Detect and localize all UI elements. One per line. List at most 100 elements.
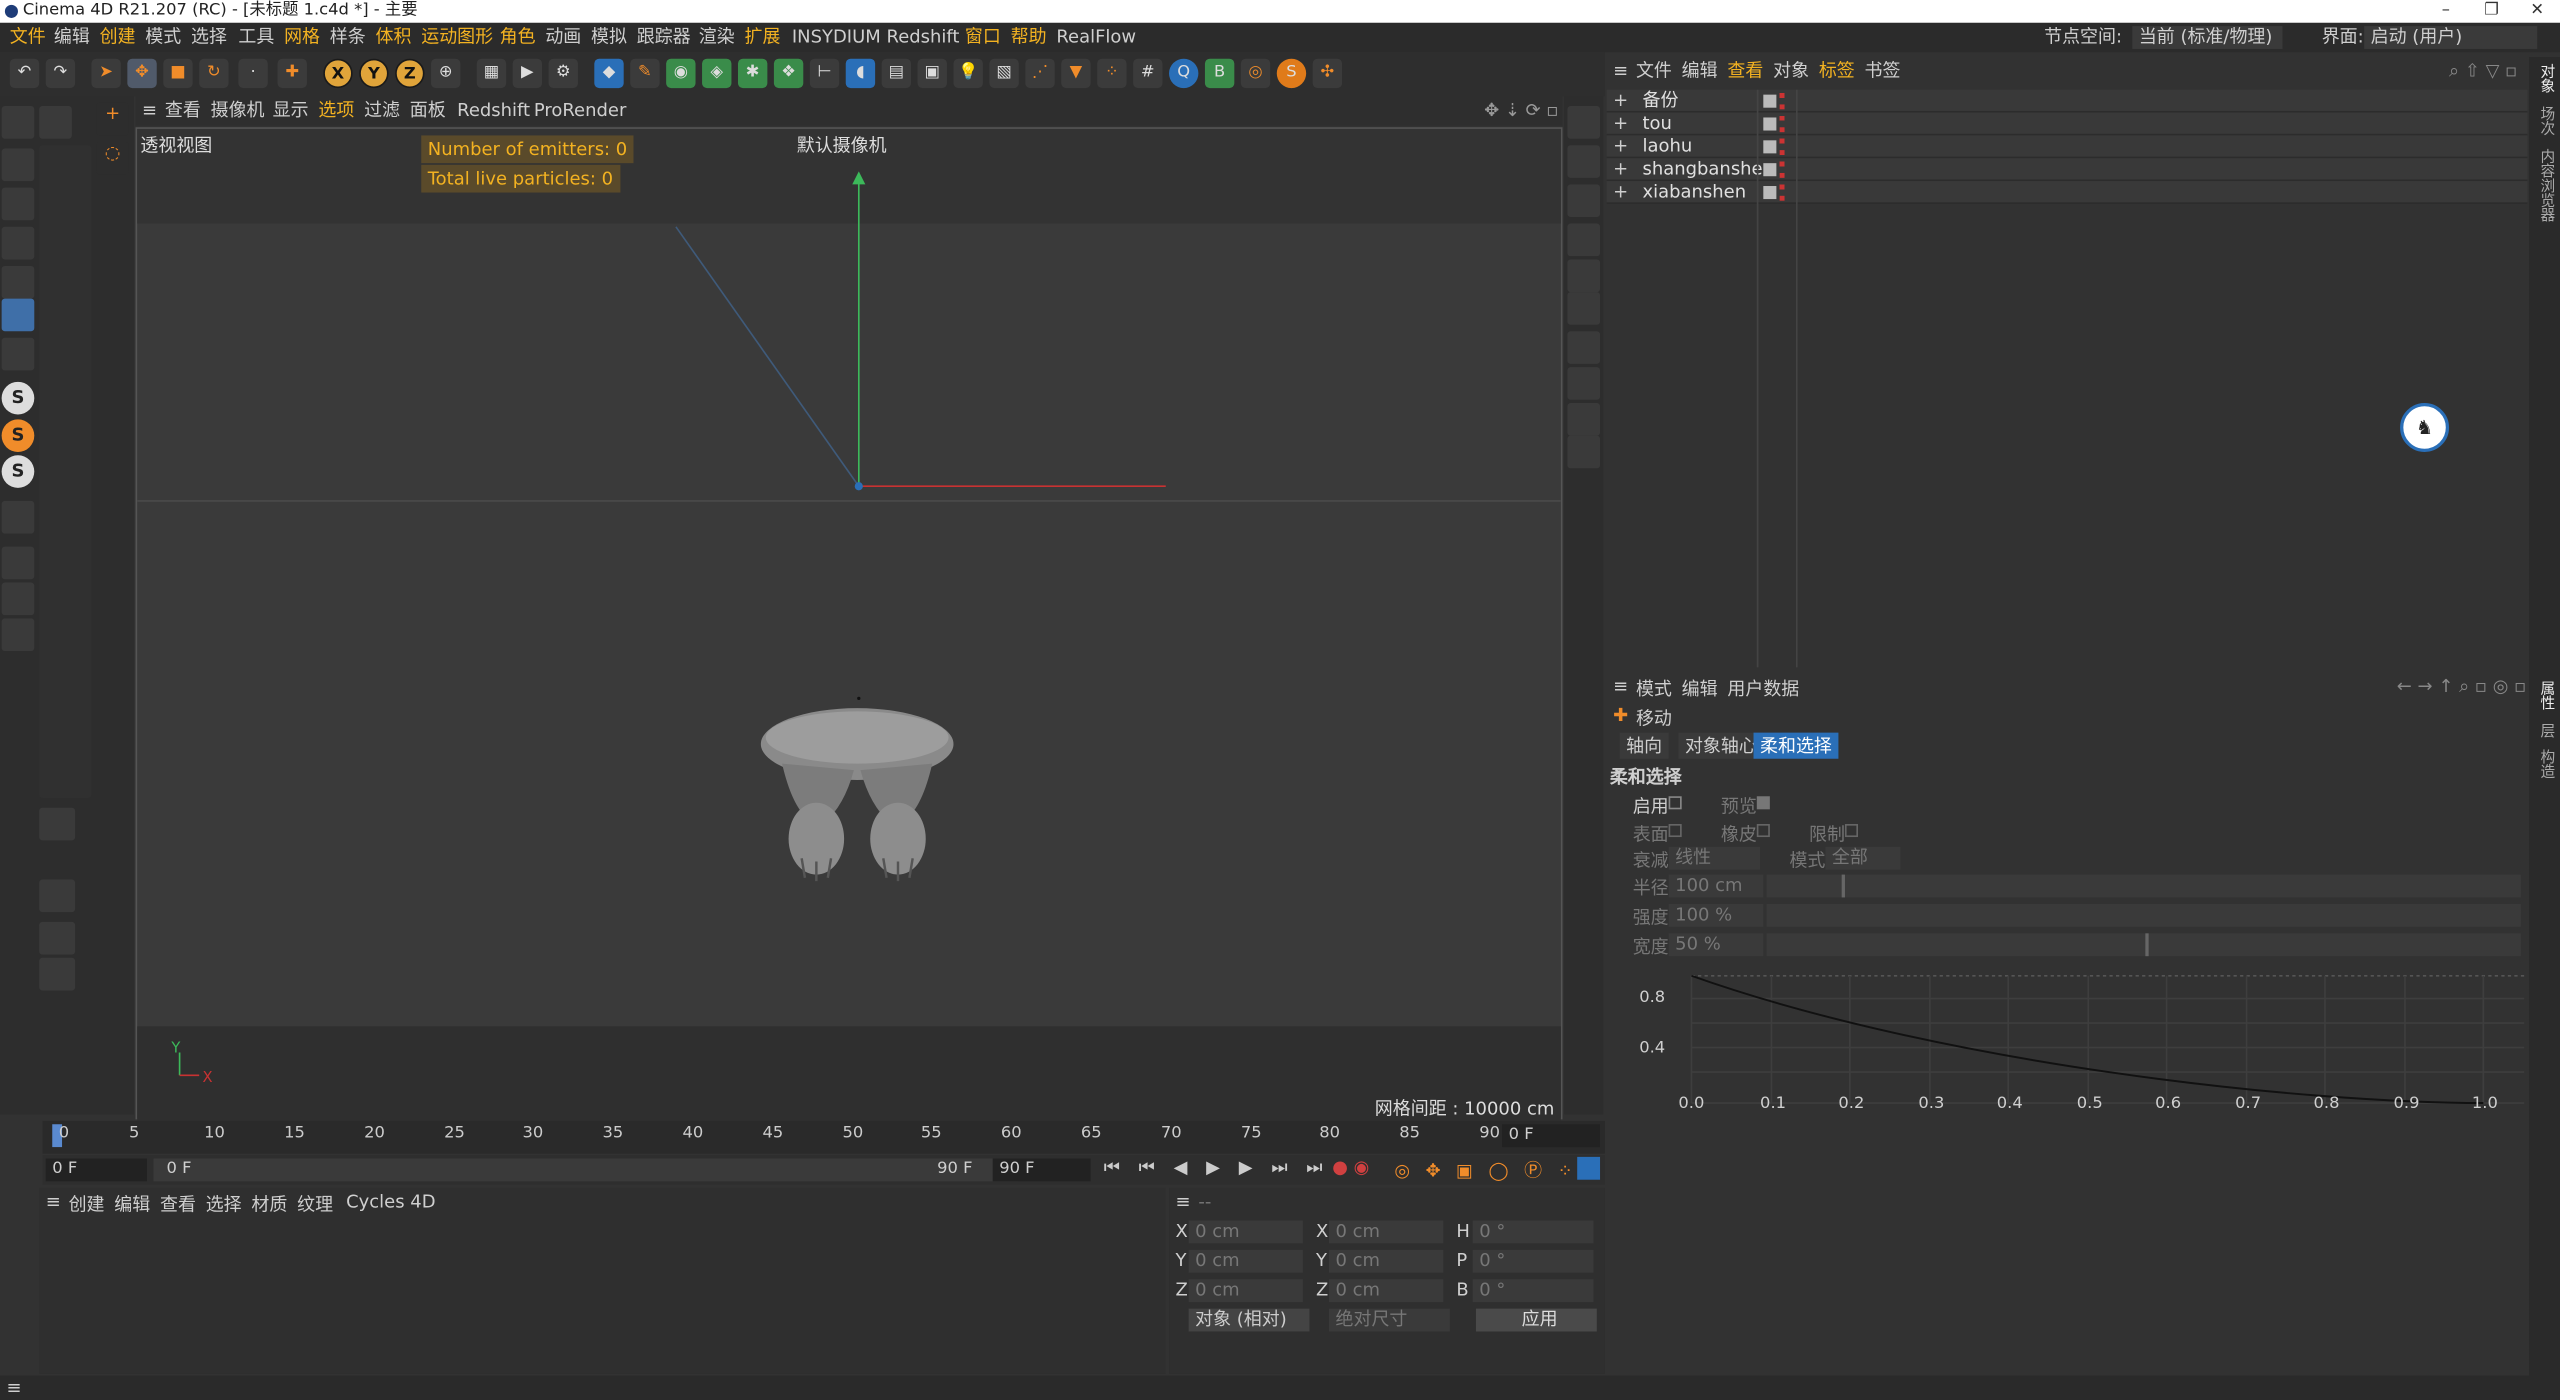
preview-checkbox[interactable] xyxy=(1756,796,1770,810)
pen-icon[interactable]: ✎ xyxy=(630,58,660,89)
tweak-icon[interactable] xyxy=(1,500,35,534)
array-icon[interactable]: ◈ xyxy=(702,58,732,89)
axis-mode-icon[interactable] xyxy=(1,337,35,371)
menu-select[interactable]: 选择 xyxy=(191,23,227,52)
uv-mode-icon[interactable] xyxy=(1,265,35,299)
mm-menu-edit[interactable]: 编辑 xyxy=(114,1191,150,1217)
rot-b-field[interactable]: 0 ° xyxy=(1472,1279,1594,1303)
object-row[interactable]: + xiabanshen xyxy=(1606,181,2528,204)
start-frame-field[interactable]: 0 F xyxy=(45,1158,147,1182)
vp-menu-camera[interactable]: 摄像机 xyxy=(211,96,265,125)
menu-simulate[interactable]: 模拟 xyxy=(591,23,627,52)
render-dots-icon[interactable] xyxy=(1779,161,1785,178)
object-row[interactable]: + shangbanshen xyxy=(1606,158,2528,182)
om-search-icon[interactable]: ⌕ ⇧ ▽ ▫ xyxy=(2449,57,2517,86)
vp-menu-prorender[interactable]: ProRender xyxy=(534,96,626,125)
side-tab-construct[interactable]: 构造 xyxy=(2536,749,2557,778)
grid-plane-icon[interactable] xyxy=(1,546,35,580)
subdivision-icon[interactable]: ◉ xyxy=(666,58,696,89)
current-frame-field[interactable]: 0 F xyxy=(1502,1124,1601,1148)
visibility-icon[interactable] xyxy=(1763,186,1777,200)
object-mode-icon[interactable] xyxy=(1,298,35,332)
select-arrow-icon[interactable]: ➤ xyxy=(91,58,121,89)
menu-mograph[interactable]: 运动图形 xyxy=(421,23,493,52)
om-menu-bookmarks[interactable]: 书签 xyxy=(1865,57,1901,86)
lock-plane-icon[interactable] xyxy=(1,582,35,616)
expand-icon[interactable]: + xyxy=(1613,113,1628,136)
enable-checkbox[interactable] xyxy=(1668,796,1682,810)
render-dots-icon[interactable] xyxy=(1779,138,1785,156)
last-tool-icon[interactable]: ✚ xyxy=(277,58,307,89)
take-icon[interactable] xyxy=(1567,403,1601,436)
falloff-dropdown[interactable]: 线性 xyxy=(1668,846,1761,870)
qr-plugin-icon[interactable]: Q xyxy=(1169,58,1199,89)
timeline-ruler[interactable]: 0 5 10 15 20 25 30 35 40 45 50 55 60 65 … xyxy=(42,1120,1605,1154)
vp-menu-panel[interactable]: 面板 xyxy=(410,96,446,125)
expand-icon[interactable]: + xyxy=(1613,181,1628,204)
om-hamburger-icon[interactable]: ≡ xyxy=(1613,57,1628,86)
rubber-checkbox[interactable] xyxy=(1756,824,1770,838)
lasso-icon[interactable]: ◌ xyxy=(96,141,129,175)
make-editable-icon[interactable] xyxy=(1,106,35,139)
s-plugin-icon[interactable]: S xyxy=(1276,58,1307,89)
rot-h-field[interactable]: 0 ° xyxy=(1472,1220,1594,1244)
solo-icon[interactable] xyxy=(1,618,35,652)
am-menu-userdata[interactable]: 用户数据 xyxy=(1727,676,1799,702)
playback-controls-icon[interactable]: ⏮ ⏮ ◀ ▶ ▶ ⏭ ⏭ xyxy=(1104,1157,1329,1180)
menu-help[interactable]: 帮助 xyxy=(1011,23,1047,52)
om-menu-edit[interactable]: 编辑 xyxy=(1682,57,1718,86)
move-icon[interactable]: ✥ xyxy=(127,58,157,89)
menu-redshift[interactable]: Redshift xyxy=(887,23,960,52)
render-dots-icon[interactable] xyxy=(1779,184,1785,201)
points-mode-icon[interactable] xyxy=(1,148,35,182)
add-icon[interactable]: + xyxy=(96,102,129,136)
dopesheet-icon[interactable] xyxy=(1567,259,1601,293)
keyframe-mode-icons[interactable]: ◎ ✥ ▣ ◯ Ⓟ ⁘ xyxy=(1394,1157,1577,1183)
width-field[interactable]: 50 % xyxy=(1668,933,1764,957)
minimize-button[interactable]: – xyxy=(2423,0,2469,23)
radius-slider[interactable] xyxy=(1766,874,2521,898)
snap-s-icon[interactable]: S xyxy=(1,381,35,415)
timeline-icon[interactable] xyxy=(1567,145,1601,178)
perspective-viewport[interactable]: 透视视图 Number of emitters: 0 Total live pa… xyxy=(135,127,1563,1121)
pos-y-field[interactable]: 0 cm xyxy=(1188,1249,1303,1273)
pos-z-field[interactable]: 0 cm xyxy=(1188,1279,1303,1303)
xref-icon[interactable] xyxy=(1567,367,1601,400)
z-axis-lock-icon[interactable]: Z xyxy=(395,58,425,89)
motion-clip-icon[interactable] xyxy=(1567,292,1601,325)
polygons-mode-icon[interactable] xyxy=(1,226,35,260)
object-row[interactable]: + laohu xyxy=(1606,135,2528,159)
pos-x-field[interactable]: 0 cm xyxy=(1188,1220,1303,1244)
am-nav-icon[interactable]: ← → ↑ ⌕ ▫ ◎ ▫ xyxy=(2397,676,2526,699)
visibility-icon[interactable] xyxy=(1763,94,1777,108)
emitter-icon[interactable]: ⋰ xyxy=(1025,58,1055,89)
side-tab-attributes[interactable]: 属性 xyxy=(2536,680,2557,709)
tab-soft-selection[interactable]: 柔和选择 xyxy=(1753,732,1839,759)
vp-menu-filter[interactable]: 过滤 xyxy=(364,96,400,125)
render-region-icon[interactable]: ▦ xyxy=(476,58,507,89)
field-icon[interactable]: ⊢ xyxy=(809,58,840,89)
side-tab-content-browser[interactable]: 内容浏览器 xyxy=(2536,148,2557,221)
menu-render[interactable]: 渲染 xyxy=(699,23,735,52)
size-x-field[interactable]: 0 cm xyxy=(1329,1220,1444,1244)
model-mode-icon[interactable] xyxy=(39,106,72,139)
coord-size-dropdown[interactable]: 绝对尺寸 xyxy=(1329,1308,1450,1332)
x-axis-lock-icon[interactable]: X xyxy=(323,58,353,89)
grid-icon[interactable]: # xyxy=(1133,58,1163,89)
menu-character[interactable]: 角色 xyxy=(500,23,536,52)
world-coord-icon[interactable]: ⊕ xyxy=(431,58,461,89)
menu-mode[interactable]: 模式 xyxy=(145,23,181,52)
menu-create[interactable]: 创建 xyxy=(100,23,136,52)
environment-icon[interactable]: ◖ xyxy=(845,58,876,89)
range-slider[interactable] xyxy=(153,1158,1019,1182)
menu-insydium[interactable]: INSYDIUM xyxy=(792,23,881,52)
hamburger-icon[interactable]: ≡ xyxy=(142,96,157,125)
y-axis-lock-icon[interactable]: Y xyxy=(359,58,389,89)
menu-spline[interactable]: 样条 xyxy=(330,23,366,52)
light-icon[interactable]: 💡 xyxy=(953,58,983,89)
om-menu-view[interactable]: 查看 xyxy=(1727,57,1763,86)
vp-menu-redshift[interactable]: Redshift xyxy=(457,96,530,125)
expand-icon[interactable]: + xyxy=(1613,135,1628,158)
menu-tools[interactable]: 工具 xyxy=(238,23,274,52)
floor-icon[interactable]: ▤ xyxy=(881,58,912,89)
